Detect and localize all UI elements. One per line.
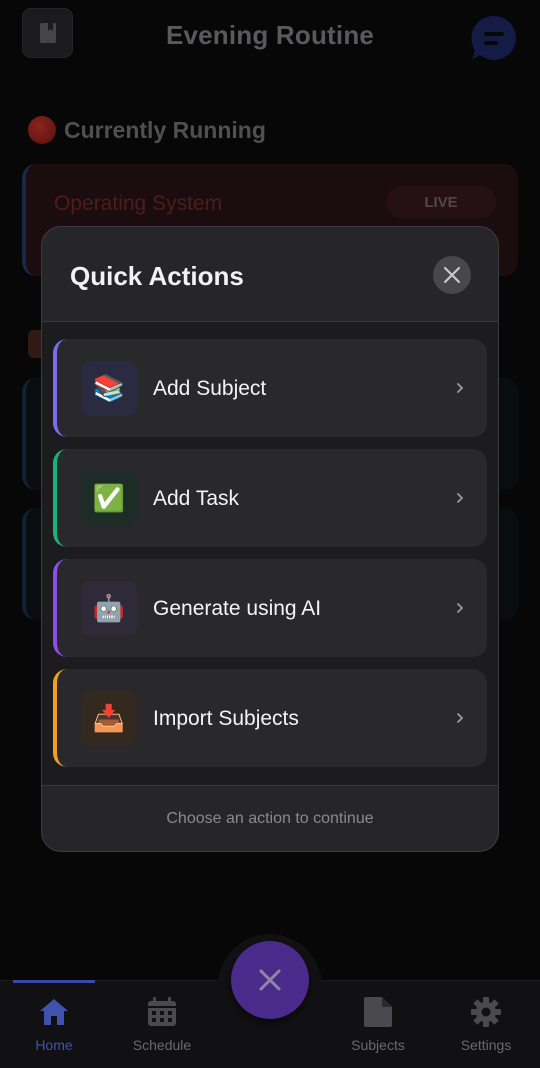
calendar-icon (148, 997, 176, 1026)
active-tab-indicator (13, 980, 95, 983)
nav-label: Schedule (132, 1037, 192, 1053)
check-mark-icon: ✅ (81, 471, 137, 526)
import-subjects-button[interactable]: 📥 Import Subjects (53, 669, 487, 767)
footer-hint: Choose an action to continue (166, 810, 374, 827)
close-button[interactable] (433, 256, 471, 294)
chevron-right-icon (457, 493, 464, 503)
nav-label: Settings (460, 1037, 512, 1053)
modal-header: Quick Actions (42, 227, 498, 322)
add-subject-button[interactable]: 📚 Add Subject (53, 339, 487, 437)
chevron-right-icon (457, 383, 464, 393)
robot-icon: 🤖 (81, 581, 137, 636)
action-label: Add Subject (153, 377, 267, 400)
generate-ai-button[interactable]: 🤖 Generate using AI (53, 559, 487, 657)
nav-label: Subjects (351, 1037, 405, 1053)
close-icon (443, 266, 461, 284)
modal-footer: Choose an action to continue (42, 785, 498, 851)
gear-icon (471, 997, 501, 1027)
action-label: Generate using AI (153, 597, 322, 620)
nav-subjects[interactable]: Subjects (332, 995, 424, 1055)
actions-list: 📚 Add Subject ✅ Add Task 🤖 Generate usin… (42, 322, 498, 785)
add-task-button[interactable]: ✅ Add Task (53, 449, 487, 547)
document-icon (364, 997, 392, 1027)
action-label: Add Task (153, 487, 239, 510)
nav-schedule[interactable]: Schedule (116, 995, 208, 1055)
home-icon (40, 999, 68, 1025)
quick-actions-modal: Quick Actions 📚 Add Subject ✅ Add Task 🤖… (41, 226, 499, 852)
inbox-tray-icon: 📥 (81, 691, 137, 746)
nav-home[interactable]: Home (8, 995, 100, 1055)
close-icon (259, 969, 281, 991)
chevron-right-icon (457, 603, 464, 613)
action-label: Import Subjects (153, 707, 299, 730)
modal-title: Quick Actions (70, 261, 244, 291)
chevron-right-icon (457, 713, 464, 723)
nav-settings[interactable]: Settings (440, 995, 532, 1055)
nav-label: Home (35, 1037, 73, 1053)
books-icon: 📚 (81, 361, 137, 416)
close-fab-button[interactable] (231, 941, 309, 1019)
